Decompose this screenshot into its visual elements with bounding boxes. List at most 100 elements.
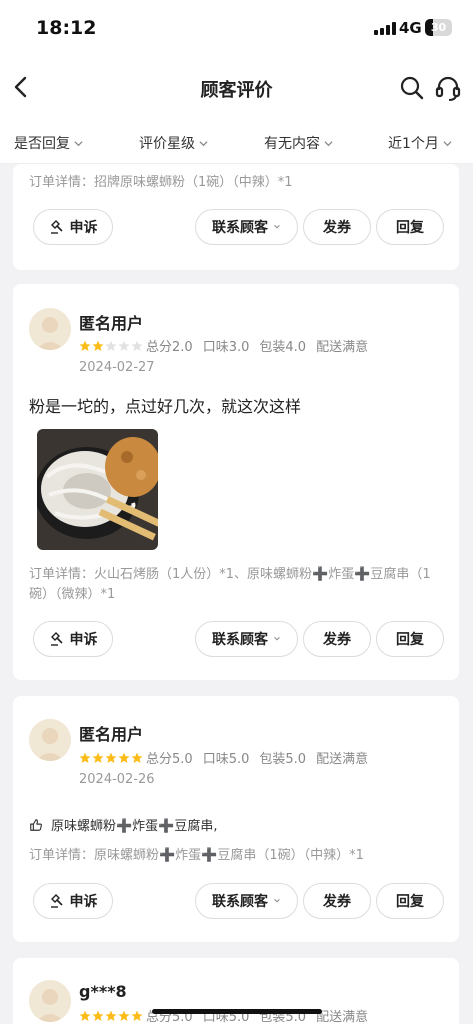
chevron-down-icon — [74, 140, 83, 146]
appeal-label: 申诉 — [69, 632, 98, 648]
star-filled-icon — [92, 1010, 104, 1021]
gavel-icon — [50, 632, 63, 646]
star-rating — [79, 1010, 143, 1022]
star-filled-icon — [118, 752, 130, 763]
order-detail: 订单详情：招牌原味螺蛳粉（1碗）（中辣）*1 — [29, 175, 293, 190]
appeal-label: 申诉 — [69, 220, 98, 236]
contact-customer-button[interactable]: 联系顾客 — [195, 209, 298, 245]
reply-button[interactable]: 回复 — [376, 621, 444, 657]
reviewer-name: g***8 — [79, 982, 127, 1001]
rating-row: 总分5.0 口味5.0 包装5.0 配送满意 — [79, 748, 368, 767]
chevron-down-icon — [443, 140, 452, 146]
coupon-label: 发券 — [323, 632, 351, 648]
contact-customer-button[interactable]: 联系顾客 — [195, 883, 298, 919]
delivery-rating: 配送满意 — [316, 340, 369, 355]
status-time: 18:12 — [36, 17, 97, 39]
star-filled-icon — [92, 752, 104, 763]
review-text: 粉是一坨的，点过好几次，就这次这样 — [29, 397, 302, 416]
chevron-down-icon — [274, 225, 280, 229]
star-empty-icon — [118, 340, 130, 351]
thumbs-up-icon — [30, 818, 42, 831]
reply-button[interactable]: 回复 — [376, 209, 444, 245]
star-filled-icon — [79, 340, 91, 351]
review-date: 2024-02-27 — [79, 360, 155, 375]
contact-label: 联系顾客 — [212, 220, 268, 236]
avatar — [29, 980, 71, 1022]
liked-item-row: 原味螺蛳粉➕炸蛋➕豆腐串, — [29, 815, 218, 834]
star-filled-icon — [131, 752, 143, 763]
review-photo[interactable] — [37, 429, 158, 550]
contact-label: 联系顾客 — [212, 632, 268, 648]
star-filled-icon — [79, 1010, 91, 1021]
order-detail: 订单详情：火山石烤肠（1人份）*1、原味螺蛳粉➕炸蛋➕豆腐串（1碗）（微辣）*1 — [29, 567, 431, 602]
headset-icon — [435, 76, 461, 101]
filter-bar: 是否回复 评价星级 有无内容 近1个月 — [0, 120, 473, 164]
gavel-icon — [50, 894, 63, 908]
appeal-button[interactable]: 申诉 — [33, 883, 113, 919]
user-avatar-icon — [29, 980, 71, 1022]
user-avatar-icon — [29, 719, 71, 761]
order-detail: 订单详情：原味螺蛳粉➕炸蛋➕豆腐串（1碗）（中辣）*1 — [29, 848, 364, 863]
star-empty-icon — [105, 340, 117, 351]
star-filled-icon — [79, 752, 91, 763]
search-button[interactable] — [399, 75, 425, 101]
filter-time-range[interactable]: 近1个月 — [388, 133, 452, 153]
network-label: 4G — [399, 19, 422, 37]
filter-has-content[interactable]: 有无内容 — [264, 133, 333, 153]
contact-label: 联系顾客 — [212, 894, 268, 910]
star-filled-icon — [105, 1010, 117, 1021]
star-rating — [79, 752, 143, 764]
reply-label: 回复 — [396, 894, 424, 910]
status-bar: 18:12 4G 30 — [0, 0, 473, 56]
star-rating — [79, 340, 143, 352]
reply-label: 回复 — [396, 632, 424, 648]
filter-label: 有无内容 — [264, 136, 320, 152]
nav-bar: 顾客评价 — [0, 56, 473, 120]
search-icon — [400, 76, 424, 100]
coupon-label: 发券 — [323, 894, 351, 910]
filter-star-rating[interactable]: 评价星级 — [139, 133, 208, 153]
packaging-score: 包装5.0 — [259, 752, 307, 767]
filter-reply-status[interactable]: 是否回复 — [14, 133, 83, 153]
star-empty-icon — [131, 340, 143, 351]
send-coupon-button[interactable]: 发券 — [303, 621, 371, 657]
chevron-down-icon — [199, 140, 208, 146]
signal-icon — [374, 22, 396, 35]
reviewer-name: 匿名用户 — [79, 314, 144, 333]
filter-label: 评价星级 — [139, 136, 195, 152]
customer-service-button[interactable] — [434, 74, 462, 102]
avatar — [29, 308, 71, 350]
delivery-rating: 配送满意 — [316, 1010, 369, 1024]
chevron-down-icon — [274, 637, 280, 641]
total-score: 总分2.0 — [146, 340, 193, 355]
reply-button[interactable]: 回复 — [376, 883, 444, 919]
send-coupon-button[interactable]: 发券 — [303, 883, 371, 919]
user-avatar-icon — [29, 308, 71, 350]
taste-score: 口味5.0 — [202, 752, 250, 767]
appeal-button[interactable]: 申诉 — [33, 621, 113, 657]
contact-customer-button[interactable]: 联系顾客 — [195, 621, 298, 657]
chevron-down-icon — [324, 140, 333, 146]
appeal-label: 申诉 — [69, 894, 98, 910]
taste-score: 口味3.0 — [202, 340, 250, 355]
noodle-photo — [37, 429, 158, 550]
review-card: g***8 总分5.0 口味5.0 包装5.0 配送满意 — [13, 958, 459, 1024]
review-card: 匿名用户 总分5.0 口味5.0 包装5.0 配送满意 2024-02-26 原… — [13, 696, 459, 942]
chevron-down-icon — [274, 899, 280, 903]
star-filled-icon — [92, 340, 104, 351]
star-filled-icon — [118, 1010, 130, 1021]
send-coupon-button[interactable]: 发券 — [303, 209, 371, 245]
gavel-icon — [50, 220, 63, 234]
reviewer-name: 匿名用户 — [79, 725, 144, 744]
review-card: 匿名用户 总分2.0 口味3.0 包装4.0 配送满意 2024-02-27 粉… — [13, 284, 459, 680]
reply-label: 回复 — [396, 220, 424, 236]
star-filled-icon — [105, 752, 117, 763]
star-filled-icon — [131, 1010, 143, 1021]
avatar — [29, 719, 71, 761]
coupon-label: 发券 — [323, 220, 351, 236]
review-card: 订单详情：招牌原味螺蛳粉（1碗）（中辣）*1 申诉 联系顾客 发券 回复 — [13, 164, 459, 270]
appeal-button[interactable]: 申诉 — [33, 209, 113, 245]
rating-row: 总分2.0 口味3.0 包装4.0 配送满意 — [79, 336, 368, 355]
liked-item: 原味螺蛳粉➕炸蛋➕豆腐串, — [51, 819, 218, 834]
filter-label: 近1个月 — [388, 136, 439, 152]
